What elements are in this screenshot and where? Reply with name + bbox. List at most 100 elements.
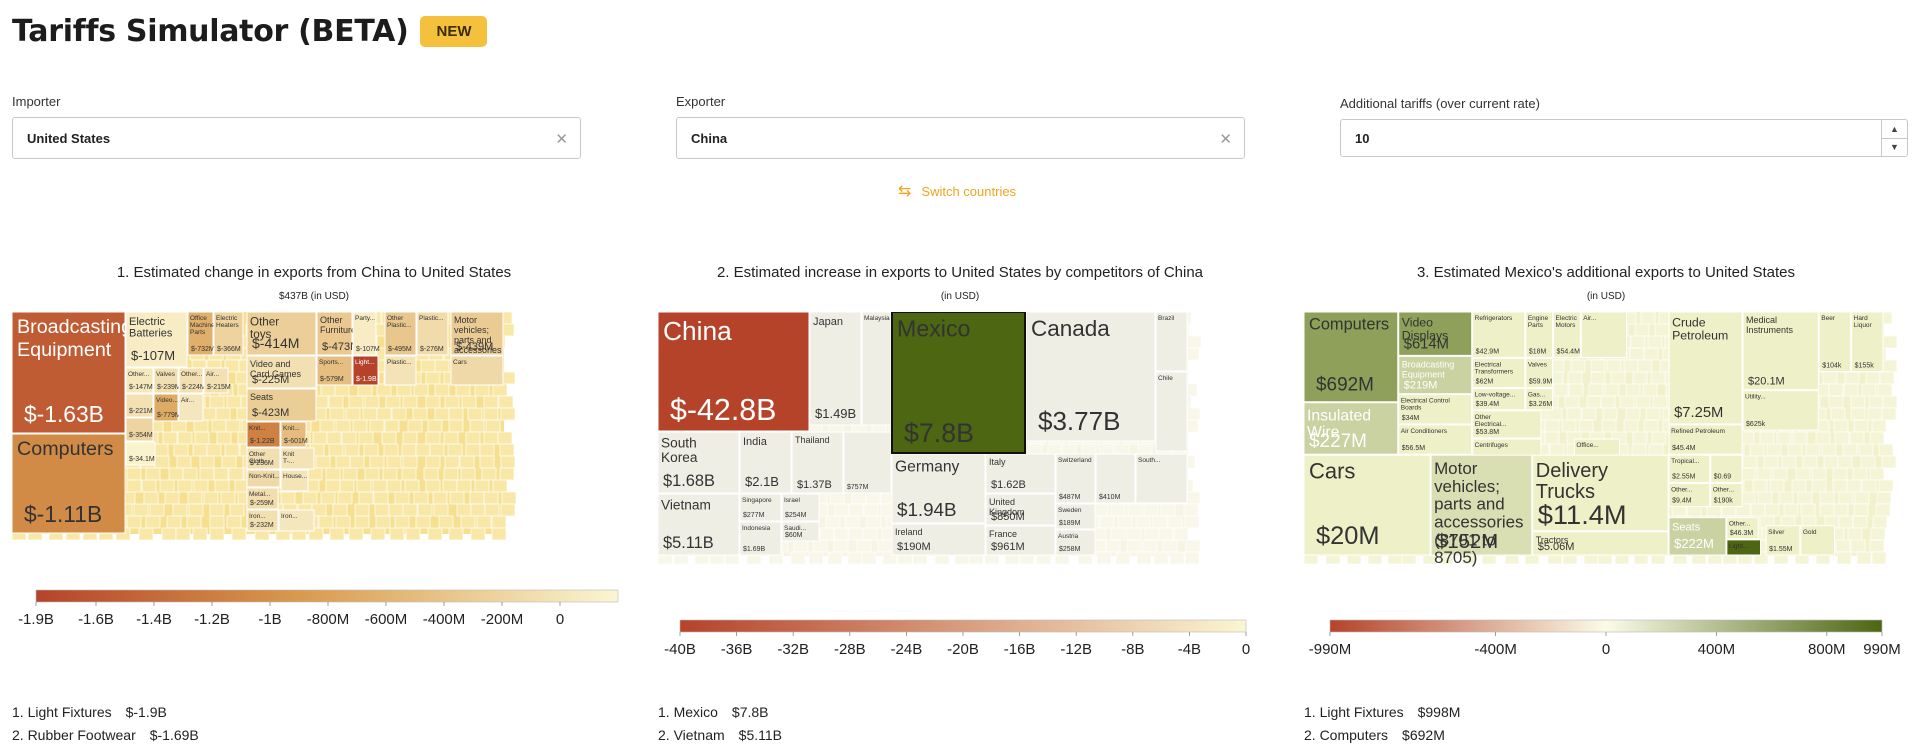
tariff-stepper[interactable]: ▲ ▼ (1881, 120, 1907, 156)
filler-cell (1833, 503, 1849, 517)
filler-cell (1749, 443, 1765, 457)
cell-label: Other... (1713, 486, 1735, 493)
stepper-down-icon[interactable]: ▼ (1882, 139, 1907, 157)
cell-label: Video... (156, 397, 178, 404)
cell-label: Motor (1434, 459, 1478, 478)
importer-clear-icon[interactable]: ✕ (555, 130, 568, 148)
filler-cell (1142, 539, 1158, 553)
filler-cell (1578, 419, 1594, 433)
chart-2-title: 2. Estimated increase in exports to Unit… (716, 264, 1204, 281)
filler-cell (1650, 371, 1666, 385)
treemap-cell[interactable] (1155, 371, 1188, 452)
filler-cell (334, 383, 350, 397)
filler-cell (375, 515, 391, 529)
filler-cell (216, 431, 232, 445)
switch-countries-button[interactable]: ⇆ Switch countries (898, 181, 1016, 201)
cell-label: Equipment (17, 339, 112, 361)
filler-cell (177, 431, 193, 445)
filler-cell (228, 467, 244, 481)
treemap-cell[interactable] (861, 312, 892, 426)
filler-cell (389, 527, 405, 541)
top-rank: 1. Light Fixtures (1304, 704, 1404, 720)
cell-label: Video and (250, 359, 290, 369)
cell-value: $-579M (320, 376, 344, 383)
cell-value: $104k (1822, 362, 1842, 369)
cell-label: Centrifuges (1475, 442, 1509, 449)
filler-cell (476, 515, 492, 529)
stepper-up-icon[interactable]: ▲ (1882, 120, 1907, 139)
filler-cell (848, 527, 864, 541)
filler-cell (1835, 539, 1851, 553)
exporter-clear-icon[interactable]: ✕ (1219, 130, 1232, 148)
filler-cell (1117, 515, 1133, 529)
cell-label: vehicles; (1434, 477, 1500, 496)
filler-cell (1623, 419, 1639, 433)
filler-cell (1837, 455, 1853, 469)
cell-label: Equipment (1402, 369, 1446, 379)
filler-cell (1544, 431, 1560, 445)
filler-cell (337, 491, 353, 505)
filler-cell (1791, 479, 1807, 493)
importer-select[interactable]: United States ✕ (12, 117, 581, 159)
cell-label: Saudi... (784, 525, 806, 532)
filler-cell (1872, 515, 1888, 529)
colorbar-tick-label: -200M (481, 611, 524, 628)
filler-cell (1632, 371, 1648, 385)
cell-label: Crude (1672, 315, 1706, 329)
filler-cell (402, 431, 418, 445)
filler-cell (126, 467, 142, 481)
filler-cell (339, 479, 355, 493)
tariff-label: Additional tariffs (over current rate) (1340, 96, 1540, 111)
filler-cell (186, 515, 202, 529)
filler-cell (161, 527, 177, 541)
cell-value: $-366M (217, 346, 241, 353)
colorbar-tick-label: -8B (1121, 641, 1144, 658)
cell-label: Electrical Control (1401, 398, 1451, 405)
filler-cell (369, 419, 385, 433)
cell-label: Seats (1672, 522, 1701, 534)
cell-value: $1.69B (743, 546, 766, 553)
filler-cell (434, 359, 450, 373)
filler-cell (1843, 383, 1859, 397)
filler-cell (383, 443, 399, 457)
filler-cell (429, 443, 445, 457)
cell-label: Ireland (895, 527, 923, 537)
filler-cell (863, 503, 879, 517)
filler-cell (1185, 491, 1201, 505)
tariff-field: Additional tariffs (over current rate) 1… (1340, 96, 1908, 157)
importer-label: Importer (12, 94, 61, 109)
exporter-select[interactable]: China ✕ (676, 117, 1245, 159)
filler-cell (484, 503, 500, 517)
filler-cell (1792, 431, 1808, 445)
filler-cell (1127, 503, 1143, 517)
filler-cell (1868, 395, 1884, 409)
filler-cell (1647, 335, 1663, 349)
filler-cell (1158, 527, 1174, 541)
filler-cell (1805, 443, 1821, 457)
filler-cell (417, 503, 433, 517)
filler-cell (1847, 527, 1863, 541)
tariff-input[interactable]: 10 ▲ ▼ (1340, 119, 1908, 157)
filler-cell (1654, 323, 1670, 337)
cell-label: Gas... (1528, 392, 1546, 399)
filler-cell (175, 527, 191, 541)
cell-label: Other... (1729, 521, 1751, 528)
filler-cell (1136, 551, 1152, 565)
cell-value: $-107M (356, 346, 380, 353)
filler-cell (1602, 407, 1618, 421)
filler-cell (1564, 395, 1580, 409)
filler-cell (1834, 431, 1850, 445)
cell-label: Other (387, 315, 404, 322)
cell-label: Low-voltage... (1475, 392, 1516, 399)
filler-cell (358, 431, 374, 445)
filler-cell (352, 419, 368, 433)
filler-cell (1623, 359, 1639, 373)
filler-cell (1769, 479, 1785, 493)
filler-cell (444, 395, 460, 409)
filler-cell (143, 491, 159, 505)
filler-cell (1581, 407, 1597, 421)
filler-cell (213, 467, 229, 481)
colorbar-tick-label: 990M (1863, 641, 1901, 658)
filler-cell (1759, 431, 1775, 445)
filler-cell (1853, 503, 1869, 517)
